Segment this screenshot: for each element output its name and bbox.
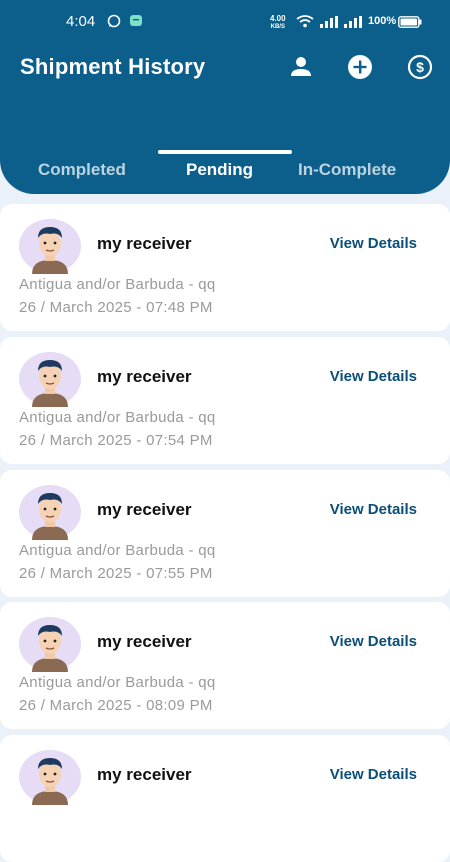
- wifi-icon: [296, 15, 314, 33]
- status-time: 4:04: [66, 13, 96, 30]
- tab-completed[interactable]: Completed: [38, 160, 126, 180]
- shipment-card[interactable]: my receiver View Details: [0, 735, 450, 862]
- app-header: 4:04 4.00 KB/S 100% Shipment History $ C…: [0, 0, 450, 194]
- dollar-icon[interactable]: $: [407, 54, 433, 80]
- battery-percent: 100%: [368, 15, 397, 27]
- shipment-route: Antigua and/or Barbuda - qq: [19, 542, 216, 559]
- page-title: Shipment History: [20, 54, 206, 79]
- receiver-name: my receiver: [97, 632, 192, 651]
- view-details-link[interactable]: View Details: [330, 368, 417, 385]
- whatsapp-icon: [107, 14, 121, 33]
- shipment-route: Antigua and/or Barbuda - qq: [19, 409, 216, 426]
- shipment-datetime: 26 / March 2025 - 07:54 PM: [19, 432, 213, 449]
- message-icon: [129, 14, 143, 33]
- signal-icon: [320, 15, 338, 33]
- shipment-route: Antigua and/or Barbuda - qq: [19, 276, 216, 293]
- network-speed-unit: KB/S: [270, 24, 285, 30]
- shipment-card[interactable]: my receiver View Details Antigua and/or …: [0, 204, 450, 331]
- tab-bar: Completed Pending In-Complete: [0, 148, 450, 188]
- tab-incomplete[interactable]: In-Complete: [298, 160, 396, 180]
- receiver-name: my receiver: [97, 367, 192, 386]
- shipment-card[interactable]: my receiver View Details Antigua and/or …: [0, 602, 450, 729]
- receiver-name: my receiver: [97, 234, 192, 253]
- network-speed: 4.00 KB/S: [270, 15, 286, 31]
- view-details-link[interactable]: View Details: [330, 235, 417, 252]
- add-circle-icon[interactable]: [347, 54, 373, 80]
- view-details-link[interactable]: View Details: [330, 766, 417, 783]
- battery-icon: [398, 15, 422, 33]
- shipment-datetime: 26 / March 2025 - 07:55 PM: [19, 565, 213, 582]
- receiver-name: my receiver: [97, 500, 192, 519]
- avatar: [18, 749, 82, 805]
- person-icon[interactable]: [288, 54, 314, 80]
- tab-pending[interactable]: Pending: [186, 160, 253, 180]
- shipment-datetime: 26 / March 2025 - 07:48 PM: [19, 299, 213, 316]
- signal-icon-2: [344, 15, 362, 33]
- svg-text:$: $: [416, 59, 424, 75]
- status-bar: 4:04 4.00 KB/S 100%: [0, 0, 450, 44]
- receiver-name: my receiver: [97, 765, 192, 784]
- avatar: [18, 616, 82, 672]
- avatar: [18, 351, 82, 407]
- shipment-card[interactable]: my receiver View Details Antigua and/or …: [0, 337, 450, 464]
- avatar: [18, 484, 82, 540]
- avatar: [18, 218, 82, 274]
- view-details-link[interactable]: View Details: [330, 501, 417, 518]
- view-details-link[interactable]: View Details: [330, 633, 417, 650]
- shipment-route: Antigua and/or Barbuda - qq: [19, 674, 216, 691]
- network-speed-value: 4.00: [270, 14, 286, 23]
- shipment-card[interactable]: my receiver View Details Antigua and/or …: [0, 470, 450, 597]
- tab-indicator: [158, 150, 292, 154]
- shipment-datetime: 26 / March 2025 - 08:09 PM: [19, 697, 213, 714]
